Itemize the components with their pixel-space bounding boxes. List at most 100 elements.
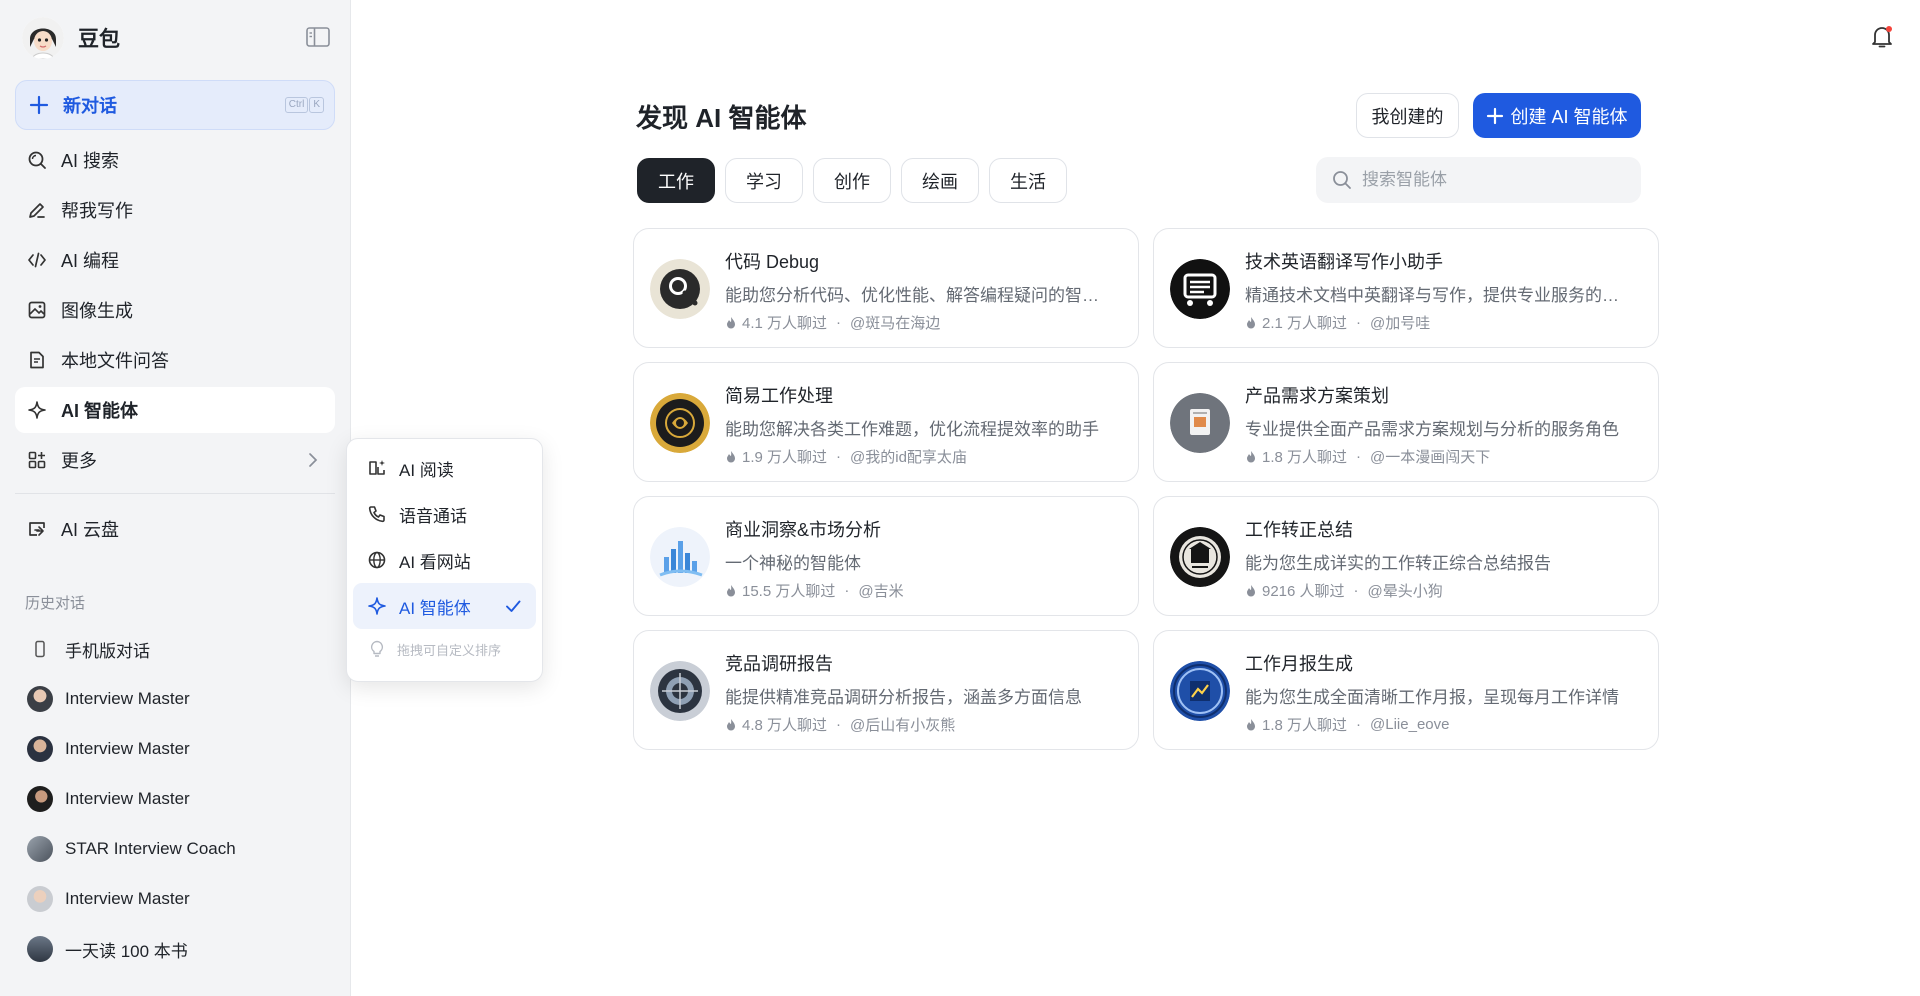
agent-title: 技术英语翻译写作小助手 [1245, 252, 1443, 272]
agent-meta: 1.8 万人聊过 · @一本漫画闯天下 [1245, 446, 1490, 467]
agent-avatar [650, 527, 710, 587]
agent-avatar [1170, 393, 1230, 453]
tab-create[interactable]: 创作 [813, 158, 891, 203]
sidebar-item-file-qa[interactable]: 本地文件问答 [15, 337, 335, 383]
agent-description: 能为您生成全面清晰工作月报，呈现每月工作详情 [1245, 688, 1619, 707]
agent-title: 简易工作处理 [725, 386, 833, 406]
search-box[interactable] [1316, 157, 1641, 203]
sidebar-toggle-icon[interactable] [306, 27, 330, 47]
reader-icon [369, 460, 385, 475]
menu-item-voice-call[interactable]: 语音通话 [353, 491, 536, 537]
search-icon [28, 151, 46, 169]
cloud-drive-icon [29, 522, 45, 536]
category-tabs: 工作 学习 创作 绘画 生活 [637, 158, 1067, 203]
history-item[interactable]: Interview Master [15, 876, 335, 922]
agent-description: 能助您分析代码、优化性能、解答编程疑问的智能助手 [725, 286, 1115, 305]
agent-meta: 4.1 万人聊过 · @斑马在海边 [725, 312, 940, 333]
sidebar-divider [15, 493, 335, 494]
agent-meta: 1.8 万人聊过 · @Liie_eove [1245, 714, 1449, 735]
agent-avatar [1170, 259, 1230, 319]
sparkle-icon [368, 597, 386, 615]
agent-author: @我的id配享太庙 [850, 449, 967, 466]
new-chat-label: 新对话 [63, 96, 117, 116]
grid-icon [28, 451, 46, 469]
agent-card[interactable]: 工作月报生成 能为您生成全面清晰工作月报，呈现每月工作详情 1.8 万人聊过 ·… [1153, 630, 1659, 750]
avatar [27, 686, 53, 712]
agent-card[interactable]: 产品需求方案策划 专业提供全面产品需求方案规划与分析的服务角色 1.8 万人聊过… [1153, 362, 1659, 482]
agent-title: 产品需求方案策划 [1245, 386, 1389, 406]
fire-icon [727, 718, 735, 730]
history-item-label: STAR Interview Coach [65, 839, 236, 858]
fire-icon [1247, 450, 1255, 462]
menu-hint: 拖拽可自定义排序 [353, 629, 536, 669]
separator: · [836, 448, 842, 465]
agent-card[interactable]: 竞品调研报告 能提供精准竞品调研分析报告，涵盖多方面信息 4.8 万人聊过 · … [633, 630, 1139, 750]
app-name: 豆包 [78, 27, 120, 51]
chat-count: 4.1 万人聊过 [742, 315, 828, 332]
agent-card-grid: 代码 Debug 能助您分析代码、优化性能、解答编程疑问的智能助手 4.1 万人… [633, 228, 1659, 750]
image-icon [28, 301, 46, 319]
history-item[interactable]: Interview Master [15, 726, 335, 772]
sidebar-item-ai-search[interactable]: AI 搜索 [15, 137, 335, 183]
history-item[interactable]: Interview Master [15, 676, 335, 722]
tab-work[interactable]: 工作 [637, 158, 715, 203]
page-title: 发现 AI 智能体 [636, 103, 807, 133]
tab-drawing[interactable]: 绘画 [901, 158, 979, 203]
chat-count: 9216 人聊过 [1262, 583, 1345, 600]
search-input[interactable] [1362, 170, 1632, 190]
history-item[interactable]: Interview Master [15, 776, 335, 822]
avatar [27, 736, 53, 762]
history-item[interactable]: 一天读 100 本书 [15, 926, 335, 972]
agent-avatar [1170, 661, 1230, 721]
sidebar-item-coding[interactable]: AI 编程 [15, 237, 335, 283]
create-agent-button[interactable]: 创建 AI 智能体 [1473, 93, 1641, 138]
agent-description: 能为您生成详实的工作转正综合总结报告 [1245, 554, 1551, 573]
lightbulb-icon [370, 640, 384, 657]
menu-item-label: AI 智能体 [399, 598, 471, 618]
agent-author: @后山有小灰熊 [850, 717, 956, 734]
menu-item-ai-reading[interactable]: AI 阅读 [353, 445, 536, 491]
menu-item-label: AI 看网站 [399, 552, 471, 572]
search-icon [1333, 171, 1351, 189]
avatar [27, 886, 53, 912]
menu-item-ai-web[interactable]: AI 看网站 [353, 537, 536, 583]
sidebar-item-ai-agents[interactable]: AI 智能体 [15, 387, 335, 433]
history-item[interactable]: 手机版对话 [15, 626, 335, 672]
sidebar-item-more[interactable]: 更多 [15, 437, 335, 483]
menu-item-ai-agents[interactable]: AI 智能体 [353, 583, 536, 629]
history-item-label: 手机版对话 [65, 641, 150, 661]
tab-life[interactable]: 生活 [989, 158, 1067, 203]
agent-title: 工作转正总结 [1245, 520, 1353, 540]
sidebar-item-cloud-drive[interactable]: AI 云盘 [15, 506, 335, 552]
sidebar-item-label: AI 云盘 [61, 520, 120, 540]
chat-count: 2.1 万人聊过 [1262, 315, 1348, 332]
brand[interactable]: 豆包 [22, 15, 120, 60]
agent-title: 工作月报生成 [1245, 654, 1353, 674]
sidebar-item-label: AI 编程 [61, 251, 120, 271]
sparkle-icon [28, 401, 46, 419]
agent-card[interactable]: 代码 Debug 能助您分析代码、优化性能、解答编程疑问的智能助手 4.1 万人… [633, 228, 1139, 348]
agent-author: @Liie_eove [1370, 716, 1450, 733]
sidebar-item-image-gen[interactable]: 图像生成 [15, 287, 335, 333]
agent-card[interactable]: 工作转正总结 能为您生成详实的工作转正综合总结报告 9216 人聊过 · @晕头… [1153, 496, 1659, 616]
chat-count: 1.8 万人聊过 [1262, 717, 1348, 734]
avatar [27, 786, 53, 812]
agent-description: 能助您解决各类工作难题，优化流程提效率的助手 [725, 420, 1099, 439]
my-created-button[interactable]: 我创建的 [1356, 93, 1459, 138]
tab-study[interactable]: 学习 [725, 158, 803, 203]
code-icon [28, 252, 46, 268]
new-chat-button[interactable]: 新对话 Ctrl K [15, 80, 335, 130]
notification-bell-icon[interactable] [1870, 24, 1894, 50]
agent-card[interactable]: 技术英语翻译写作小助手 精通技术文档中英翻译与写作，提供专业服务的智能助手 2.… [1153, 228, 1659, 348]
agent-description: 精通技术文档中英翻译与写作，提供专业服务的智能助手 [1245, 286, 1635, 305]
agent-card[interactable]: 简易工作处理 能助您解决各类工作难题，优化流程提效率的助手 1.9 万人聊过 ·… [633, 362, 1139, 482]
agent-meta: 4.8 万人聊过 · @后山有小灰熊 [725, 714, 955, 735]
agent-card[interactable]: 商业洞察&市场分析 一个神秘的智能体 15.5 万人聊过 · @吉米 [633, 496, 1139, 616]
history-item[interactable]: STAR Interview Coach [15, 826, 335, 872]
agent-author: @一本漫画闯天下 [1370, 449, 1491, 466]
history-item-label: Interview Master [65, 789, 190, 808]
avatar [27, 836, 53, 862]
sidebar-item-label: AI 搜索 [61, 151, 120, 171]
sidebar-item-writing[interactable]: 帮我写作 [15, 187, 335, 233]
separator: · [844, 582, 850, 599]
